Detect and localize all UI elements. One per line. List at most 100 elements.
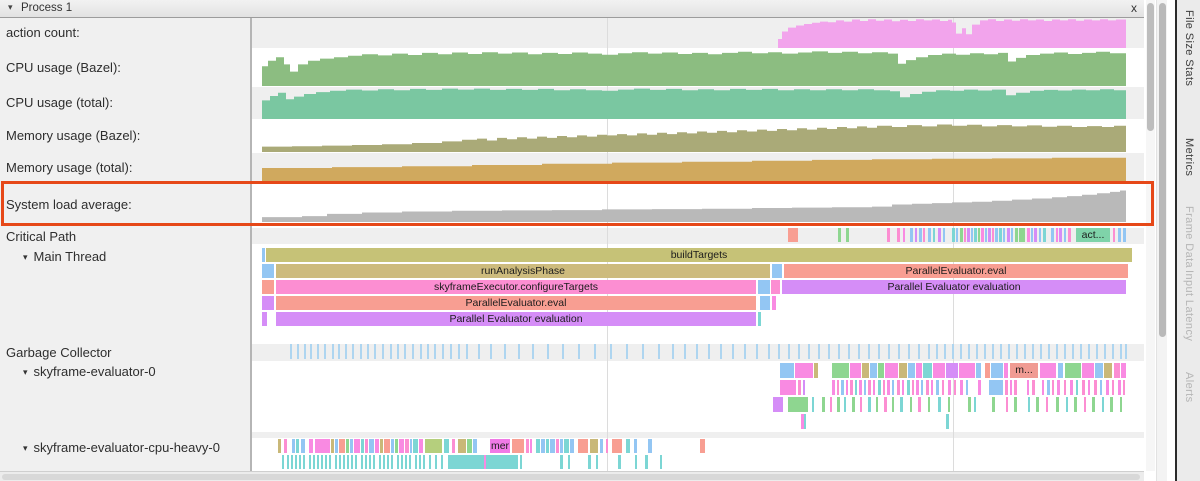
- trace-slice[interactable]: [1027, 228, 1030, 242]
- trace-slice[interactable]: [1028, 397, 1030, 412]
- trace-slice[interactable]: [313, 455, 315, 469]
- trace-slice[interactable]: [635, 455, 637, 469]
- trace-slice[interactable]: [1113, 228, 1115, 242]
- trace-slice[interactable]: [504, 344, 506, 359]
- trace-slice[interactable]: [1032, 344, 1034, 359]
- trace-slice[interactable]: [864, 380, 866, 395]
- trace-slice[interactable]: [379, 455, 381, 469]
- trace-slice[interactable]: [1064, 380, 1066, 395]
- trace-slice[interactable]: [295, 455, 297, 469]
- trace-slice[interactable]: [645, 455, 648, 469]
- trace-slice[interactable]: [828, 344, 830, 359]
- trace-slice[interactable]: [484, 455, 486, 469]
- trace-slice[interactable]: [387, 455, 389, 469]
- trace-slice[interactable]: [976, 344, 978, 359]
- counter-chart[interactable]: [252, 87, 1144, 119]
- counter-chart[interactable]: [252, 120, 1144, 152]
- trace-slice[interactable]: [304, 344, 306, 359]
- trace-slice[interactable]: [345, 344, 347, 359]
- trace-slice[interactable]: [989, 380, 1003, 395]
- trace-slice[interactable]: [931, 380, 933, 395]
- trace-slice-skyframeexecutor-configuretargets[interactable]: skyframeExecutor.configureTargets: [276, 280, 756, 294]
- trace-slice[interactable]: [610, 344, 612, 359]
- trace-slice[interactable]: [373, 455, 375, 469]
- trace-slice[interactable]: [435, 455, 437, 469]
- trace-slice[interactable]: [846, 380, 848, 395]
- trace-slice[interactable]: [885, 363, 898, 378]
- trace-slice[interactable]: [1121, 363, 1126, 378]
- trace-slice[interactable]: [466, 344, 468, 359]
- trace-slice[interactable]: [943, 228, 945, 242]
- trace-slice[interactable]: [946, 414, 949, 429]
- trace-slice[interactable]: [948, 380, 951, 395]
- trace-slice[interactable]: [339, 439, 345, 453]
- counter-chart[interactable]: [252, 153, 1144, 183]
- trace-slice[interactable]: [448, 455, 518, 469]
- trace-slice[interactable]: [395, 439, 398, 453]
- trace-slice[interactable]: [642, 344, 644, 359]
- trace-slice[interactable]: [423, 455, 425, 469]
- trace-slice[interactable]: [354, 439, 360, 453]
- trace-slice[interactable]: [672, 344, 674, 359]
- trace-slice[interactable]: [335, 455, 337, 469]
- trace-slice[interactable]: [1003, 228, 1005, 242]
- trace-slice[interactable]: [303, 455, 305, 469]
- trace-slice[interactable]: [858, 344, 860, 359]
- trace-slice[interactable]: [606, 439, 608, 453]
- trace-slice[interactable]: [832, 380, 835, 395]
- trace-slice[interactable]: [365, 439, 368, 453]
- trace-slice[interactable]: [848, 344, 850, 359]
- trace-slice[interactable]: [981, 228, 984, 242]
- trace-slice[interactable]: [397, 455, 399, 469]
- trace-slice[interactable]: [837, 380, 839, 395]
- trace-slice[interactable]: [361, 439, 364, 453]
- trace-slice[interactable]: [928, 344, 930, 359]
- trace-slice[interactable]: [590, 439, 598, 453]
- trace-slice[interactable]: [960, 344, 962, 359]
- trace-slice[interactable]: [375, 439, 379, 453]
- trace-slice[interactable]: [892, 380, 894, 395]
- trace-slice[interactable]: [541, 439, 545, 453]
- trace-slice[interactable]: [262, 296, 274, 310]
- trace-slice[interactable]: [1096, 344, 1098, 359]
- trace-slice[interactable]: [413, 439, 418, 453]
- trace-slice[interactable]: [936, 380, 939, 395]
- trace-slice[interactable]: [798, 380, 801, 395]
- trace-slice[interactable]: [720, 344, 722, 359]
- trace-slice-runanalysisphase[interactable]: runAnalysisPhase: [276, 264, 770, 278]
- trace-slice[interactable]: [383, 455, 385, 469]
- trace-slice[interactable]: [1007, 228, 1010, 242]
- trace-slice[interactable]: [391, 455, 393, 469]
- trace-slice[interactable]: [772, 264, 782, 278]
- trace-slice[interactable]: [299, 455, 301, 469]
- trace-slice[interactable]: [988, 228, 991, 242]
- trace-slice[interactable]: [756, 344, 758, 359]
- trace-slice[interactable]: [814, 363, 818, 378]
- collapse-arrow-icon[interactable]: ▾: [23, 443, 28, 453]
- trace-slice[interactable]: [1040, 363, 1056, 378]
- trace-slice[interactable]: [382, 344, 384, 359]
- trace-slice[interactable]: [284, 439, 287, 453]
- trace-slice[interactable]: [968, 397, 971, 412]
- trace-slice[interactable]: [317, 455, 319, 469]
- trace-slice[interactable]: [660, 455, 662, 469]
- trace-slice[interactable]: [804, 414, 806, 429]
- trace-slice[interactable]: [870, 363, 877, 378]
- trace-slice[interactable]: [1088, 380, 1090, 395]
- trace-slice[interactable]: [966, 380, 968, 395]
- trace-slice[interactable]: [956, 228, 958, 242]
- trace-slice[interactable]: [1057, 380, 1060, 395]
- trace-slice[interactable]: [1056, 344, 1058, 359]
- sidebar-tab-frame-data[interactable]: Frame Data: [1183, 206, 1195, 268]
- trace-slice[interactable]: [588, 455, 591, 469]
- sidebar-tab-metrics[interactable]: Metrics: [1183, 138, 1195, 176]
- trace-slice[interactable]: [297, 344, 299, 359]
- trace-slice[interactable]: [995, 228, 998, 242]
- trace-slice[interactable]: [547, 344, 549, 359]
- trace-slice[interactable]: [546, 439, 549, 453]
- trace-slice[interactable]: [1058, 363, 1063, 378]
- trace-slice[interactable]: [918, 397, 921, 412]
- trace-slice[interactable]: [1118, 228, 1121, 242]
- trace-slice[interactable]: [1008, 344, 1010, 359]
- trace-slice[interactable]: [908, 344, 910, 359]
